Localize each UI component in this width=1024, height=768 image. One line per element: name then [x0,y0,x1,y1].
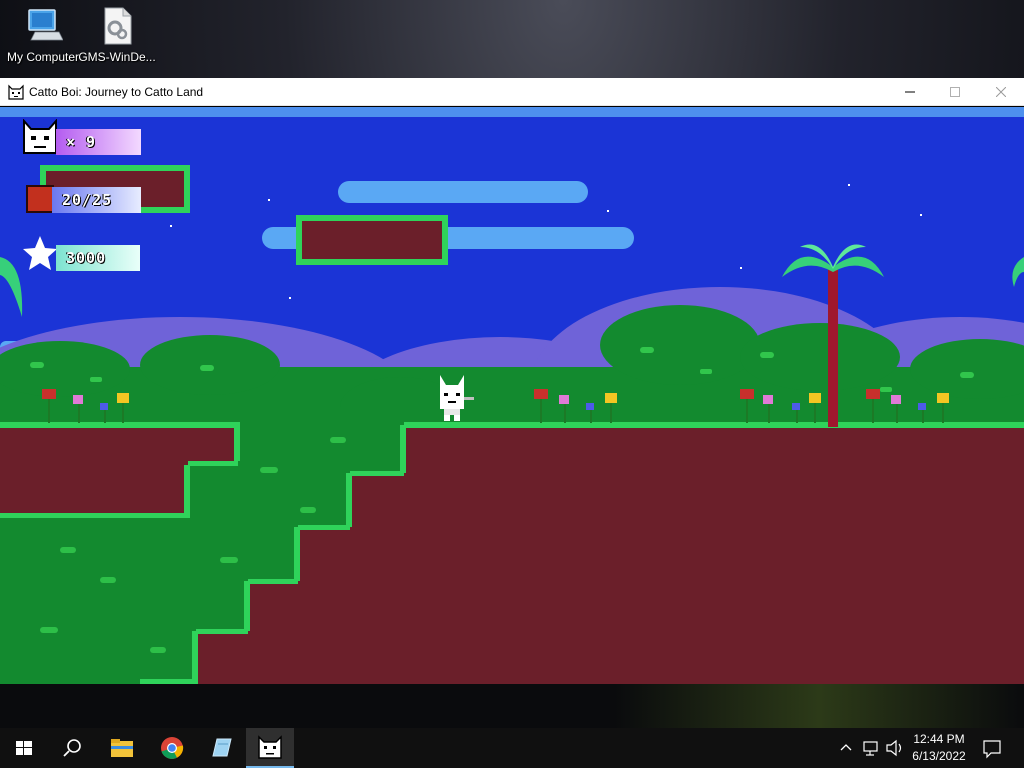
taskbar: 12:44 PM 6/13/2022 [0,728,1024,768]
close-button[interactable] [978,78,1024,106]
action-center-button[interactable] [980,728,1004,768]
taskbar-clock[interactable]: 12:44 PM 6/13/2022 [900,731,978,765]
desktop-icon-label: GMS-WinDe... [78,50,156,64]
chevron-up-icon [840,744,852,751]
taskbar-notepad[interactable] [198,728,246,768]
file-explorer-icon [111,739,133,757]
window-title: Catto Boi: Journey to Catto Land [29,85,204,99]
desktop-wallpaper-strip [0,684,1024,728]
block-icon [26,185,54,213]
minimize-button[interactable] [887,78,933,106]
desktop-icon-gms-windows[interactable]: GMS-WinDe... [74,6,160,74]
blocks-counter: 20/25 [52,187,141,213]
score-counter: 3000 [56,245,140,271]
windows-start-icon [16,741,32,755]
start-button[interactable] [0,728,48,768]
taskbar-chrome[interactable] [148,728,196,768]
game-window[interactable]: Catto Boi: Journey to Catto Land × 9 20/… [0,78,1024,684]
minimize-icon [905,91,915,93]
game-viewport[interactable]: × 9 20/25 3000 [0,107,1024,684]
cat-face-icon [8,84,24,100]
game-scene [0,107,1024,684]
show-hidden-icons[interactable] [836,728,856,768]
taskbar-catto-boi[interactable] [246,728,294,768]
taskbar-file-explorer[interactable] [98,728,146,768]
search-icon [63,739,81,757]
notification-icon [983,740,1001,759]
notepad-icon [212,738,232,757]
chrome-icon [161,737,184,759]
search-button[interactable] [48,728,96,768]
lives-cat-icon [22,118,58,155]
clock-time: 12:44 PM [913,732,965,746]
clock-date: 6/13/2022 [912,749,966,763]
lives-counter: × 9 [56,129,141,155]
maximize-button[interactable] [932,78,978,106]
maximize-icon [950,87,960,97]
network-tray[interactable] [860,728,882,768]
computer-icon [23,6,64,46]
cat-game-icon [258,735,282,759]
settings-file-icon [97,6,137,46]
network-icon [863,741,878,756]
window-titlebar[interactable]: Catto Boi: Journey to Catto Land [0,78,1024,106]
close-icon [996,87,1006,97]
star-icon [22,235,58,271]
